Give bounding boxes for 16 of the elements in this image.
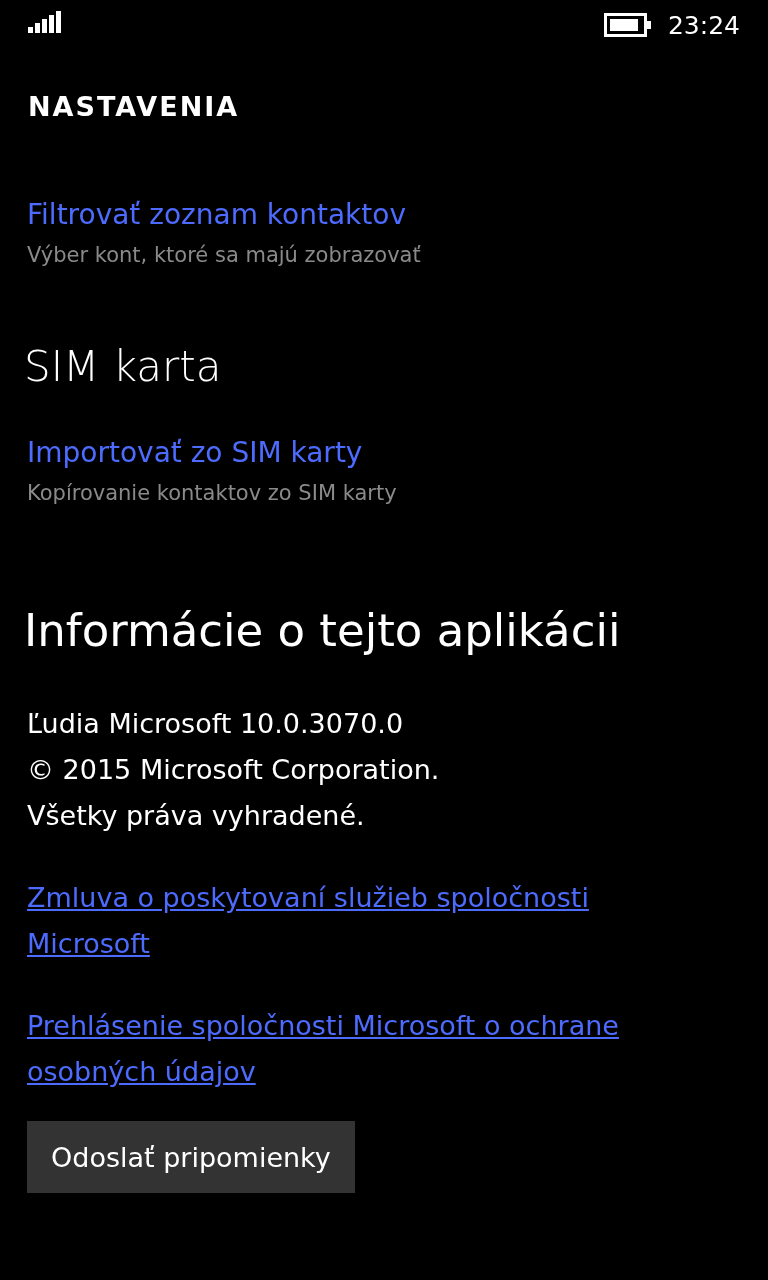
setting-description: Kopírovanie kontaktov zo SIM karty bbox=[27, 480, 398, 507]
section-heading: Informácie o tejto aplikácii bbox=[24, 603, 622, 659]
feedback-button[interactable]: Odoslať pripomienky bbox=[27, 1121, 355, 1193]
signal-icon bbox=[28, 11, 62, 33]
about-text: Ľudia Microsoft 10.0.3070.0 bbox=[27, 707, 405, 741]
setting-description: Výber kont, ktoré sa majú zobrazovať bbox=[27, 242, 422, 269]
link[interactable]: Prehlásenie spoločnosti Microsoft o ochrane osobných údajov bbox=[27, 1003, 667, 1095]
section-heading: SIM karta bbox=[24, 341, 223, 393]
link[interactable]: Zmluva o poskytovaní služieb spoločnosti Microsoft bbox=[27, 875, 667, 967]
about-text: © 2015 Microsoft Corporation. bbox=[27, 753, 441, 787]
about-text: Všetky práva vyhradené. bbox=[27, 799, 366, 833]
battery-icon bbox=[603, 13, 652, 37]
page-title: NASTAVENIA bbox=[28, 90, 241, 124]
clock-time: 23:24 bbox=[667, 10, 740, 40]
setting-link[interactable]: Importovať zo SIM karty bbox=[27, 434, 768, 472]
setting-link[interactable]: Filtrovať zoznam kontaktov bbox=[27, 196, 768, 234]
